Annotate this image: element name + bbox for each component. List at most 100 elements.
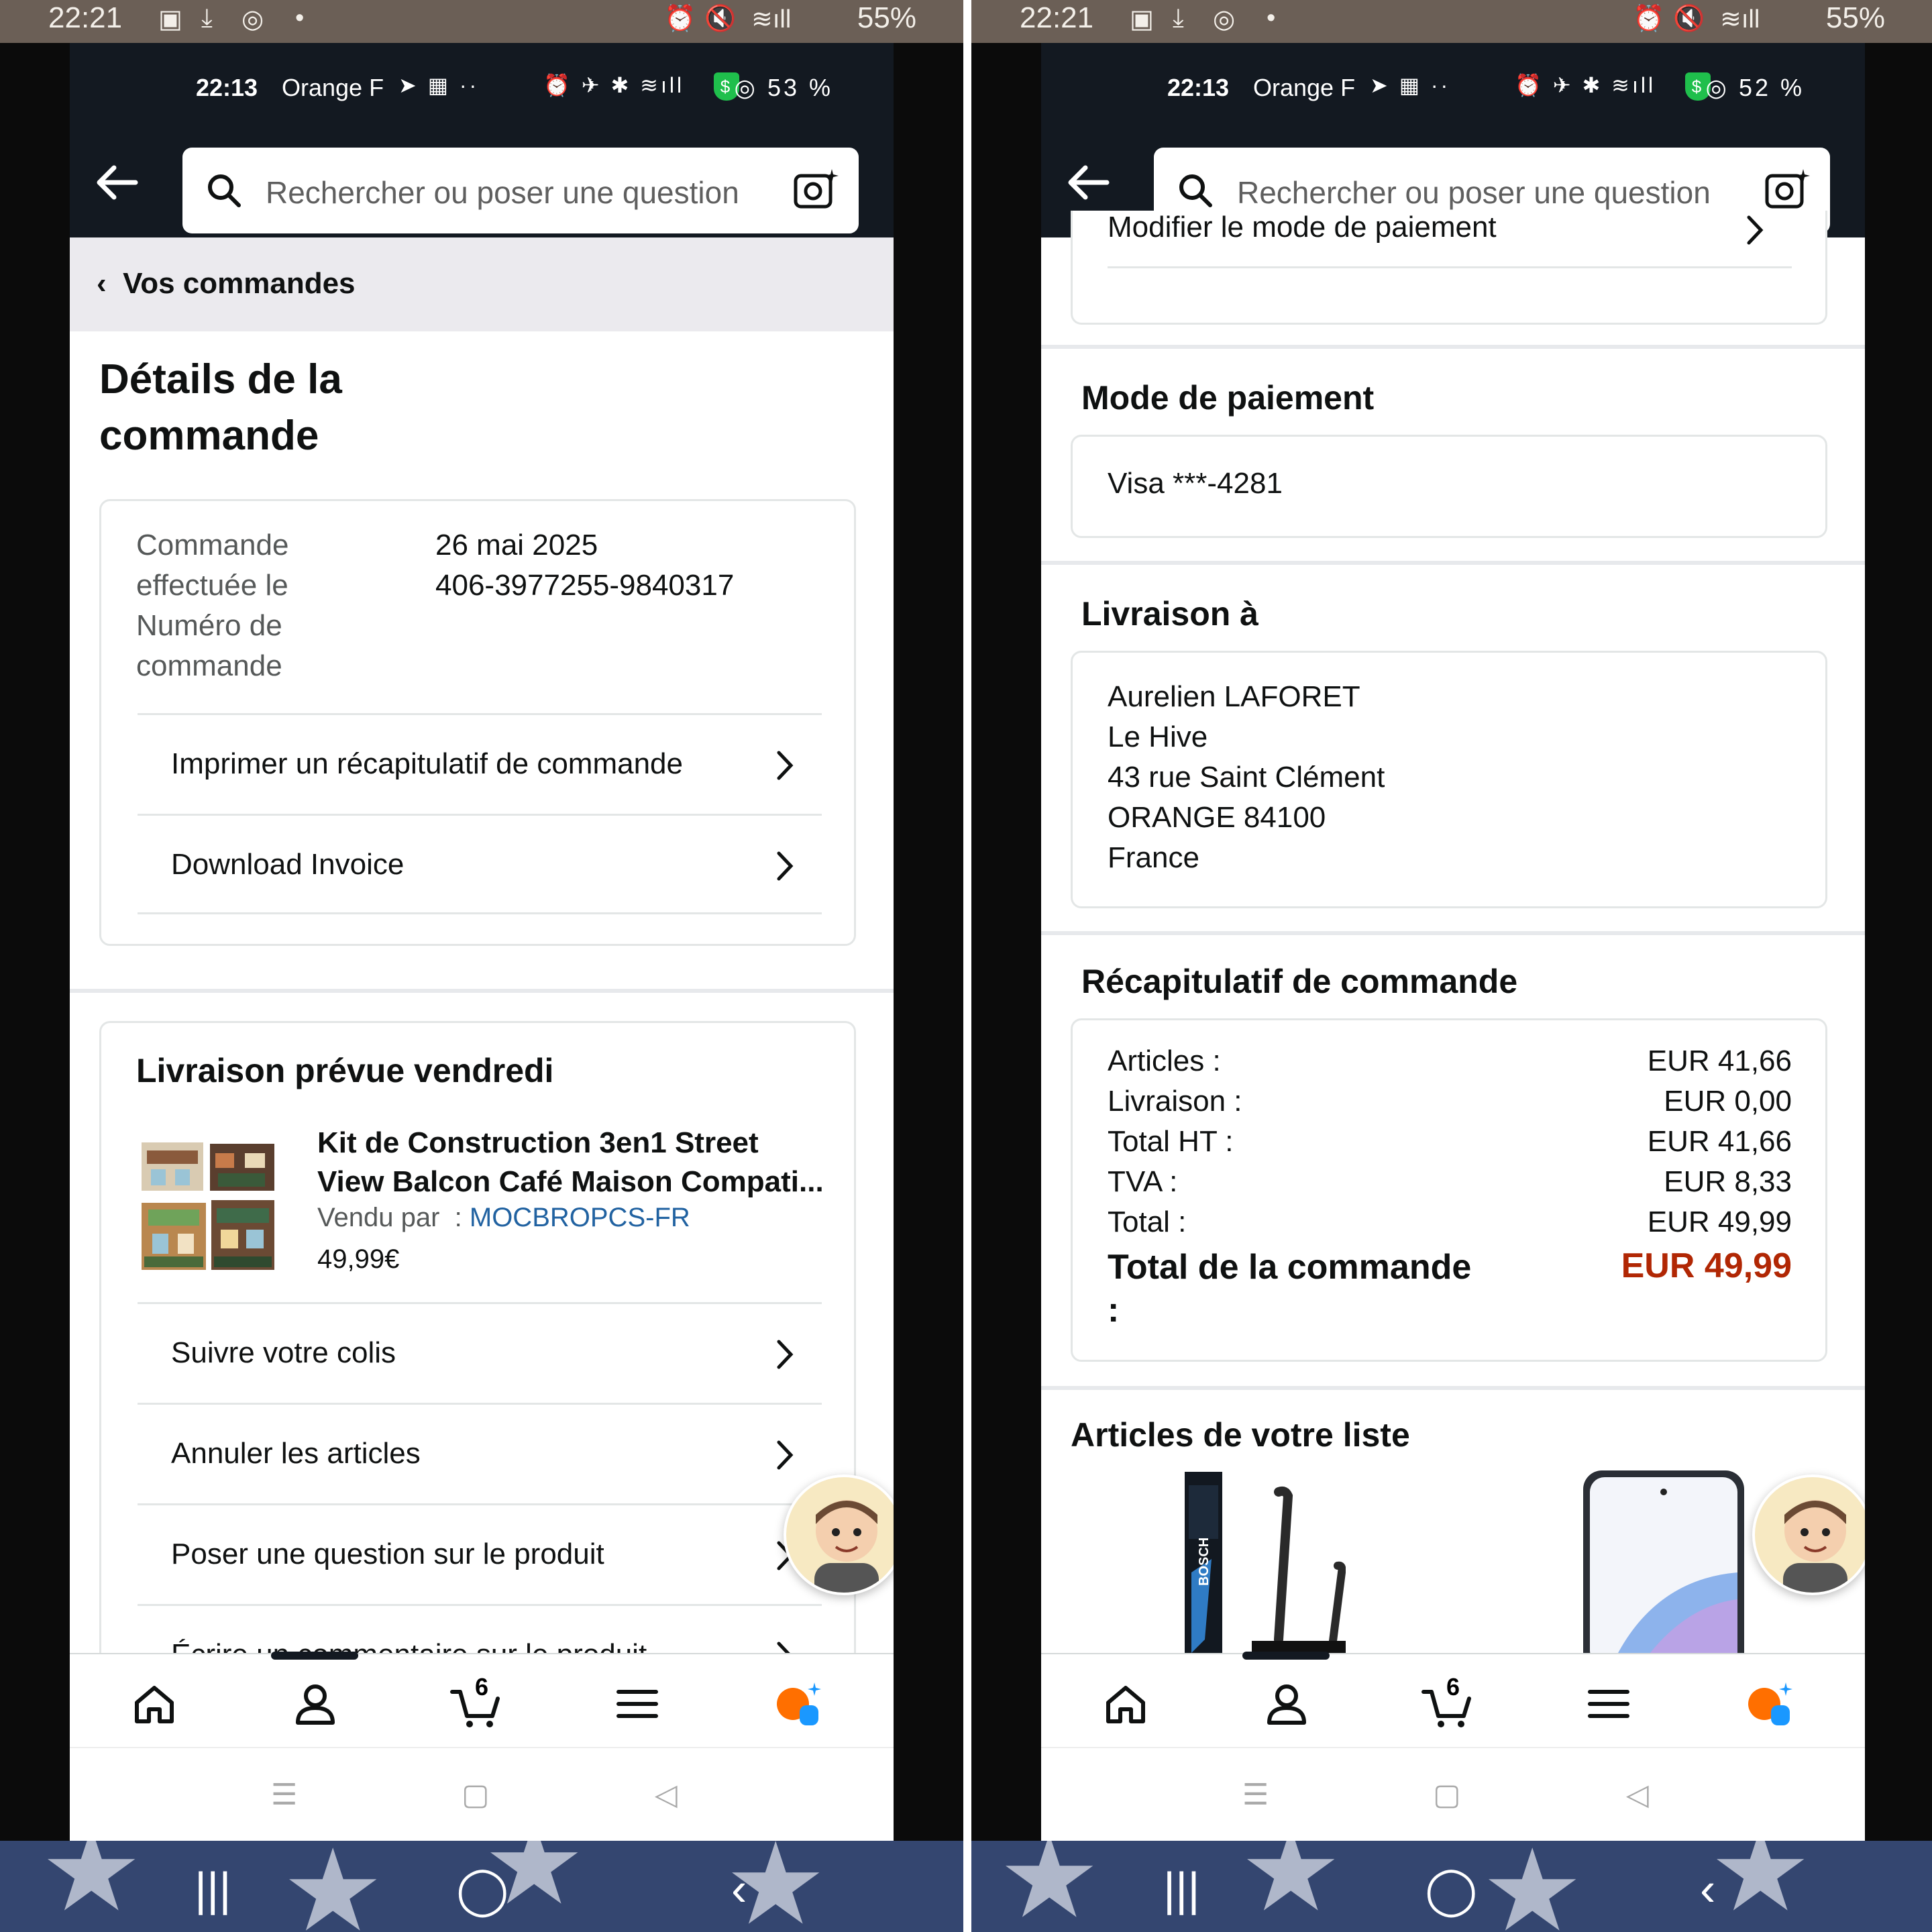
phone-screen: 22:13 Orange F ➤ ▦ ·· ⏰ ✈ ✱ ≋ıll $ ◎ 52 … — [1041, 43, 1865, 1841]
back-triangle-icon[interactable]: ◁ — [655, 1778, 678, 1812]
cart-button[interactable]: 6 — [449, 1673, 503, 1731]
payment-heading: Mode de paiement — [1081, 379, 1375, 417]
rufus-assistant-icon[interactable] — [1743, 1677, 1796, 1731]
status-carrier: Orange F — [1253, 74, 1356, 101]
home-icon[interactable] — [127, 1677, 181, 1731]
cancel-items-link[interactable]: Annuler les articles — [138, 1403, 822, 1503]
star-decoration: ★ — [1240, 1841, 1342, 1932]
status-app-icons: ➤ ▦ ·· — [1370, 73, 1451, 97]
home-circle-icon[interactable]: ◯ — [456, 1862, 508, 1917]
section-divider — [1041, 1386, 1865, 1390]
shipping-heading: Livraison à — [1081, 595, 1258, 633]
status-battery: ◎ 52 % — [1705, 74, 1805, 101]
payment-card: Visa ***-4281 — [1071, 435, 1827, 538]
home-icon[interactable] — [1099, 1677, 1152, 1731]
order-number-value: 406-3977255-9840317 — [435, 569, 735, 602]
back-triangle-icon[interactable]: ◁ — [1626, 1778, 1649, 1812]
list-item-wiper[interactable]: BOSCH — [1185, 1465, 1346, 1653]
address-line: ORANGE 84100 — [1108, 801, 1326, 834]
app-icon: ◎ — [1213, 5, 1236, 34]
wifi-signal-icon: ≋ıll — [751, 5, 792, 34]
star-decoration: ★ — [1481, 1841, 1584, 1932]
home-square-icon[interactable]: ▢ — [462, 1778, 490, 1812]
active-tab-indicator — [1242, 1652, 1330, 1660]
menu-icon[interactable] — [1582, 1677, 1635, 1731]
address-line: 43 rue Saint Clément — [1108, 761, 1385, 794]
mute-icon: 🔇 — [1673, 5, 1705, 33]
order-total-row: Total de la commande: EUR 49,99 — [1108, 1246, 1792, 1340]
status-battery: ◎ 53 % — [734, 74, 833, 101]
payment-method: Visa ***-4281 — [1108, 467, 1283, 500]
chevron-right-icon — [777, 1440, 794, 1470]
seller-link[interactable]: MOCBROPCS-FR — [470, 1203, 690, 1232]
camera-search-icon[interactable] — [793, 168, 839, 211]
dot-icon: • — [295, 4, 305, 32]
product-image[interactable] — [138, 1136, 278, 1277]
product-title[interactable]: Kit de Construction 3en1 Street View Bal… — [317, 1124, 827, 1201]
payment-actions-card: Modifier le mode de paiement — [1071, 211, 1827, 325]
track-package-link[interactable]: Suivre votre colis — [138, 1302, 822, 1403]
back-chevron-icon[interactable]: ‹ — [731, 1862, 747, 1916]
system-navigation: ☰ ▢ ◁ — [1041, 1747, 1865, 1841]
list-item-phone[interactable] — [1578, 1465, 1759, 1672]
summary-row: Total : EUR 49,99 — [1108, 1205, 1792, 1246]
rufus-assistant-icon[interactable] — [771, 1677, 825, 1731]
search-header: Rechercher ou poser une question — [70, 134, 894, 237]
download-invoice-link[interactable]: Download Invoice — [138, 814, 822, 914]
home-circle-icon[interactable]: ◯ — [1425, 1862, 1477, 1917]
download-icon: ⤓ — [1173, 4, 1184, 32]
account-icon[interactable] — [1260, 1677, 1313, 1731]
summary-value: EUR 8,33 — [1664, 1165, 1792, 1198]
status-system-icons: ⏰ ✈ ✱ ≋ıll — [1515, 73, 1656, 97]
back-chevron-icon[interactable]: ‹ — [1700, 1862, 1715, 1916]
status-carrier: Orange F — [282, 74, 384, 101]
order-date-label: Commande effectuée le — [136, 529, 289, 602]
avatar-face-icon — [1783, 1500, 1847, 1593]
cart-button[interactable]: 6 — [1421, 1673, 1474, 1731]
order-date-value: 26 mai 2025 — [435, 529, 598, 561]
breadcrumb-link[interactable]: ‹ Vos commandes — [97, 267, 356, 301]
change-payment-link[interactable]: Modifier le mode de paiement — [1108, 197, 1792, 268]
summary-value: EUR 41,66 — [1647, 1125, 1792, 1158]
back-arrow-icon[interactable] — [90, 156, 144, 209]
summary-row: TVA : EUR 8,33 — [1108, 1165, 1792, 1205]
order-summary-card: Articles : EUR 41,66 Livraison : EUR 0,00 … — [1071, 1018, 1827, 1362]
recents-icon[interactable]: ☰ — [271, 1778, 297, 1812]
summary-label: Total : — [1108, 1205, 1187, 1238]
recent-apps-icon[interactable]: ||| — [195, 1862, 231, 1916]
order-info-card: Commande effectuée le Numéro de commande… — [99, 499, 856, 946]
assistant-avatar[interactable] — [1752, 1474, 1865, 1595]
star-decoration: ★ — [40, 1841, 143, 1932]
home-square-icon[interactable]: ▢ — [1433, 1778, 1461, 1812]
star-decoration: ★ — [998, 1841, 1101, 1932]
cart-count: 6 — [475, 1673, 489, 1701]
summary-label: TVA : — [1108, 1165, 1178, 1198]
cancel-items-label: Annuler les articles — [171, 1437, 421, 1470]
device-status-bar: 22:21 ▣ ⤓ ◎ • ⏰ 🔇 ≋ıll 55% — [0, 0, 963, 43]
delivery-heading: Livraison prévue vendredi — [136, 1052, 554, 1089]
order-total-label: Total de la commande: — [1108, 1248, 1472, 1330]
device-status-bar: 22:21 ▣ ⤓ ◎ • ⏰ 🔇 ≋ıll 55% — [971, 0, 1932, 43]
product-price: 49,99€ — [317, 1244, 400, 1274]
address-line: Aurelien LAFORET — [1108, 680, 1360, 713]
account-icon[interactable] — [288, 1677, 342, 1731]
address-line: France — [1108, 841, 1199, 874]
ask-question-link[interactable]: Poser une question sur le produit — [138, 1503, 822, 1604]
back-arrow-icon[interactable] — [1061, 156, 1115, 209]
menu-icon[interactable] — [610, 1677, 664, 1731]
recent-apps-icon[interactable]: ||| — [1163, 1862, 1200, 1916]
dot-icon: • — [1267, 4, 1276, 32]
shipping-address-card: Aurelien LAFORET Le Hive 43 rue Saint Cl… — [1071, 651, 1827, 908]
breadcrumb[interactable]: ‹ Vos commandes — [70, 237, 894, 331]
recents-icon[interactable]: ☰ — [1242, 1778, 1269, 1812]
status-app-icons: ➤ ▦ ·· — [398, 73, 480, 97]
download-invoice-label: Download Invoice — [171, 848, 405, 881]
search-placeholder: Rechercher ou poser une question — [266, 175, 739, 210]
summary-value: EUR 49,99 — [1647, 1205, 1792, 1238]
chevron-right-icon — [777, 1340, 794, 1369]
search-input[interactable]: Rechercher ou poser une question — [182, 148, 859, 233]
summary-value: EUR 0,00 — [1664, 1085, 1792, 1118]
print-summary-link[interactable]: Imprimer un récapitulatif de commande — [138, 713, 822, 814]
chevron-right-icon — [777, 851, 794, 881]
device-time: 22:21 — [48, 1, 123, 34]
